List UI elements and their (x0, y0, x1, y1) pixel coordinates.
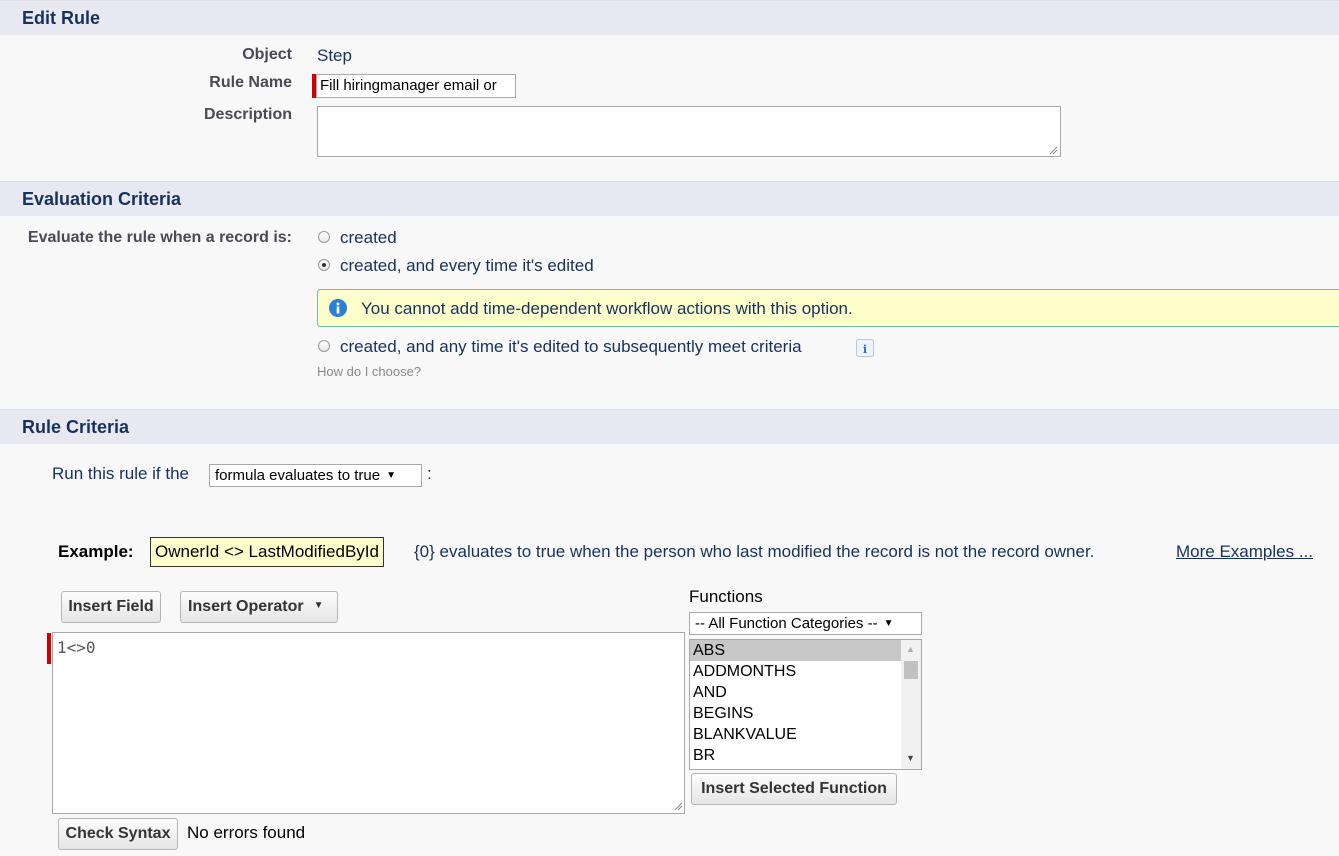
function-option[interactable]: ADDMONTHS (690, 661, 901, 682)
edit-rule-header: Edit Rule (0, 0, 1339, 35)
radio-created-label: created (340, 228, 397, 247)
formula-editor[interactable]: 1<>0 (52, 632, 685, 814)
radio-created-and-edited[interactable] (318, 259, 330, 271)
insert-operator-label: Insert Operator (188, 598, 304, 615)
check-syntax-button[interactable]: Check Syntax (58, 818, 178, 850)
function-category-select[interactable]: -- All Function Categories -- ▼ (689, 612, 922, 635)
formula-required-indicator (47, 633, 51, 664)
info-message-text: You cannot add time-dependent workflow a… (361, 299, 853, 318)
run-rule-select-value: formula evaluates to true (215, 467, 381, 484)
rule-criteria-header: Rule Criteria (0, 409, 1339, 444)
info-message-box: You cannot add time-dependent workflow a… (317, 289, 1339, 327)
run-rule-suffix: : (427, 464, 432, 483)
insert-selected-function-button[interactable]: Insert Selected Function (691, 773, 897, 805)
info-icon (329, 299, 347, 317)
insert-field-button[interactable]: Insert Field (61, 591, 161, 623)
radio-created[interactable] (318, 231, 330, 243)
functions-scrollbar[interactable]: ▲ ▼ (901, 640, 921, 769)
example-code: OwnerId <> LastModifiedById (150, 537, 384, 567)
radio-created-and-edited-label: created, and every time it's edited (340, 256, 594, 275)
function-option[interactable]: BLANKVALUE (690, 724, 901, 745)
function-option[interactable]: BEGINS (690, 703, 901, 724)
how-do-i-choose-link[interactable]: How do I choose? (317, 364, 421, 379)
chevron-down-icon: ▼ (883, 618, 894, 629)
function-option[interactable]: BR (690, 745, 901, 766)
scrollbar-thumb[interactable] (904, 661, 918, 679)
rule-name-input[interactable]: Fill hiringmanager email or (316, 74, 516, 98)
run-rule-prefix: Run this rule if the (52, 464, 190, 483)
radio-subsequently-meet[interactable] (318, 340, 330, 352)
chevron-down-icon: ▼ (313, 599, 324, 611)
object-label: Object (242, 46, 292, 63)
resize-handle-icon[interactable] (673, 801, 683, 811)
radio-subsequently-meet-label: created, and any time it's edited to sub… (340, 337, 802, 356)
chevron-down-icon: ▼ (386, 470, 396, 481)
object-value: Step (317, 46, 352, 65)
evaluation-criteria-header: Evaluation Criteria (0, 181, 1339, 216)
resize-handle-icon[interactable] (1048, 145, 1058, 155)
scroll-down-icon[interactable]: ▼ (906, 753, 915, 763)
rule-criteria-title: Rule Criteria (22, 417, 130, 437)
functions-label: Functions (689, 587, 763, 606)
scroll-up-icon[interactable]: ▲ (906, 644, 915, 654)
help-info-icon[interactable]: i (856, 339, 874, 357)
syntax-status: No errors found (187, 823, 306, 842)
run-rule-select[interactable]: formula evaluates to true ▼ (209, 464, 422, 487)
function-option[interactable]: ABS (690, 640, 901, 661)
example-description: {0} evaluates to true when the person wh… (414, 542, 1095, 561)
rule-name-label: Rule Name (209, 74, 292, 91)
insert-operator-button[interactable]: Insert Operator ▼ (180, 591, 338, 623)
evaluate-label: Evaluate the rule when a record is: (27, 229, 292, 246)
svg-text:i: i (863, 343, 867, 356)
example-label: Example: (58, 542, 134, 561)
functions-listbox[interactable]: ABS ADDMONTHS AND BEGINS BLANKVALUE BR ▲… (689, 639, 922, 770)
evaluation-criteria-title: Evaluation Criteria (22, 189, 182, 209)
function-option[interactable]: AND (690, 682, 901, 703)
more-examples-link[interactable]: More Examples ... (1176, 542, 1313, 562)
edit-rule-title: Edit Rule (22, 8, 101, 28)
function-category-value: -- All Function Categories -- (695, 615, 878, 632)
description-label: Description (203, 106, 292, 123)
description-textarea[interactable] (317, 106, 1061, 157)
